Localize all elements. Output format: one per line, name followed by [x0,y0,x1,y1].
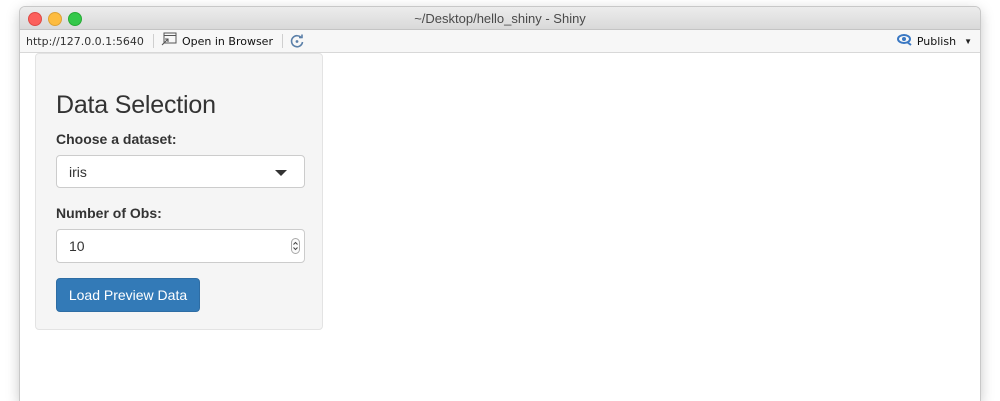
dataset-label: Choose a dataset: [56,131,177,147]
open-in-browser-icon [161,32,177,51]
dataset-select[interactable]: iris [56,155,305,188]
publish-icon [896,32,913,51]
panel-heading: Data Selection [56,91,216,119]
refresh-button[interactable] [289,33,305,49]
obs-number-input[interactable]: 10 [56,229,305,263]
obs-value: 10 [69,238,85,254]
viewer-toolbar: http://127.0.0.1:5640 Open in Browser Pu… [20,30,980,53]
obs-label: Number of Obs: [56,205,162,221]
title-bar: ~/Desktop/hello_shiny - Shiny [20,7,980,30]
number-stepper-icon[interactable] [291,238,300,254]
open-in-browser-button[interactable]: Open in Browser [161,32,273,51]
dataset-selected-value: iris [69,164,87,180]
shiny-app-content: Data Selection Choose a dataset: iris Nu… [20,53,980,401]
publish-label: Publish [916,34,957,48]
open-in-browser-label: Open in Browser [182,34,273,48]
publish-button[interactable]: Publish ▼ [896,32,972,51]
refresh-icon [289,34,305,53]
url-text[interactable]: http://127.0.0.1:5640 [26,35,144,48]
app-window: ~/Desktop/hello_shiny - Shiny http://127… [20,7,980,401]
caret-down-icon [275,170,287,176]
toolbar-divider [282,34,283,48]
toolbar-divider [153,34,154,48]
window-title: ~/Desktop/hello_shiny - Shiny [414,11,586,26]
sidebar-panel: Data Selection Choose a dataset: iris Nu… [35,53,323,330]
caret-down-icon[interactable]: ▼ [964,37,972,46]
load-preview-data-button[interactable]: Load Preview Data [56,278,200,312]
